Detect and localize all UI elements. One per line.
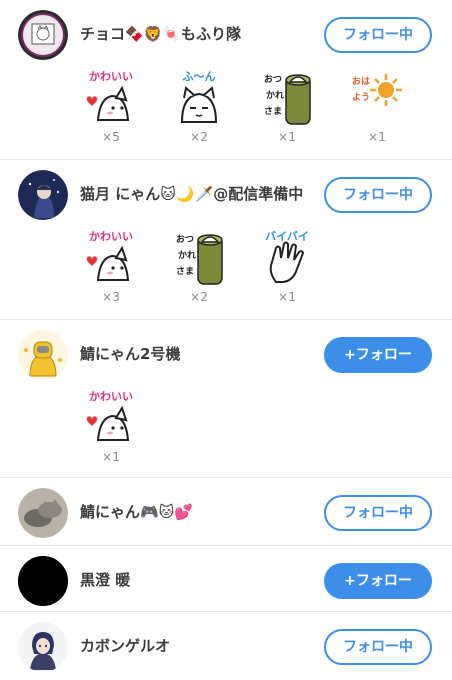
svg-text:かわいい: かわいい	[89, 390, 133, 403]
kawaii-cat-stamp-icon: かわいい	[86, 390, 133, 441]
list-item: 猫月 にゃん🐱🌙🗡️@配信準備中 フォロー中 かわいい ×3 おつ かれ さま …	[0, 160, 452, 320]
svg-text:おつ: おつ	[264, 74, 282, 85]
stamp-item: ふ〜ん ×2	[168, 66, 230, 156]
stamp-item: おは よう ×1	[346, 66, 408, 156]
user-name[interactable]: 鯖にゃん🎮🐱💕	[80, 501, 193, 522]
black-circle-avatar-icon	[18, 556, 68, 606]
svg-text:かれ: かれ	[266, 90, 284, 101]
svg-text:かわいい: かわいい	[89, 230, 133, 243]
following-button[interactable]: フォロー中	[324, 495, 432, 531]
stamp-count: ×1	[102, 450, 120, 464]
kawaii-cat-stamp-icon: かわいい	[86, 230, 133, 281]
kawaii-cat-stamp-icon: かわいい	[86, 70, 133, 121]
sleeping-cats-photo-avatar-icon	[18, 488, 68, 538]
stamp-item: バイバイ ×1	[256, 226, 318, 316]
follower-list: チョコ🍫🦁🍬もふり隊 フォロー中 かわいい ×5 ふ〜ん ×2 おつ かれ さま…	[0, 0, 452, 680]
list-item: 鯖にゃん2号機 +フォロー かわいい ×1	[0, 320, 452, 478]
otsukaresama-cat-stamp-icon: おつ かれ さま	[264, 74, 311, 125]
avatar[interactable]	[18, 330, 68, 380]
avatar[interactable]	[18, 10, 68, 60]
svg-text:おは: おは	[352, 76, 370, 87]
following-button[interactable]: フォロー中	[324, 177, 432, 213]
otsukaresama-cat-stamp-icon: おつ かれ さま	[176, 234, 223, 285]
svg-text:ふ〜ん: ふ〜ん	[183, 70, 216, 83]
svg-text:おつ: おつ	[176, 234, 194, 245]
stamp-item: かわいい ×1	[80, 386, 142, 476]
user-name[interactable]: 猫月 にゃん🐱🌙🗡️@配信準備中	[80, 183, 303, 204]
stamp-item: かわいい ×3	[80, 226, 142, 316]
stamp-count: ×2	[190, 290, 208, 304]
following-button[interactable]: フォロー中	[324, 17, 432, 53]
user-name[interactable]: 鯖にゃん2号機	[80, 343, 180, 364]
list-item: 黒澄 暖 +フォロー	[0, 546, 452, 612]
svg-text:よう: よう	[352, 92, 370, 103]
user-row[interactable]: 鯖にゃん2号機 +フォロー	[0, 320, 452, 386]
baibai-hand-stamp-icon: バイバイ	[265, 230, 309, 283]
svg-text:かれ: かれ	[178, 250, 196, 261]
stamp-count: ×1	[368, 130, 386, 144]
svg-text:さま: さま	[176, 266, 194, 277]
follow-button[interactable]: +フォロー	[324, 337, 432, 373]
stamp-count: ×3	[102, 290, 120, 304]
user-name[interactable]: カボンゲルオ	[80, 635, 170, 656]
ohayou-sun-stamp-icon: おは よう	[352, 74, 402, 106]
avatar[interactable]	[18, 488, 68, 538]
avatar[interactable]	[18, 622, 68, 672]
stamp-count: ×5	[102, 130, 120, 144]
user-name[interactable]: 黒澄 暖	[80, 569, 130, 590]
anime-girl-avatar-icon	[18, 622, 68, 672]
stamp-item: おつ かれ さま ×2	[168, 226, 230, 316]
stamp-count: ×1	[278, 290, 296, 304]
user-row[interactable]: 猫月 にゃん🐱🌙🗡️@配信準備中 フォロー中	[0, 160, 452, 226]
stamp-item: おつ かれ さま ×1	[256, 66, 318, 156]
avatar[interactable]	[18, 556, 68, 606]
user-row[interactable]: 黒澄 暖 +フォロー	[0, 546, 452, 612]
stamp-list: かわいい ×1	[0, 386, 452, 476]
svg-text:さま: さま	[264, 106, 282, 117]
stamp-list: かわいい ×3 おつ かれ さま ×2 バイバイ ×1	[0, 226, 452, 316]
avatar[interactable]	[18, 170, 68, 220]
svg-text:かわいい: かわいい	[89, 70, 133, 83]
stamp-count: ×2	[190, 130, 208, 144]
stamp-list: かわいい ×5 ふ〜ん ×2 おつ かれ さま ×1 おは よう ×1	[0, 66, 452, 156]
user-row[interactable]: カボンゲルオ フォロー中	[0, 612, 452, 678]
night-sky-character-avatar-icon	[18, 170, 68, 220]
framed-cat-drawing-avatar-icon	[18, 10, 68, 60]
stamp-count: ×1	[278, 130, 296, 144]
yellow-robot-avatar-icon	[18, 330, 68, 380]
user-row[interactable]: 鯖にゃん🎮🐱💕 フォロー中	[0, 478, 452, 544]
fuun-cat-stamp-icon: ふ〜ん	[180, 70, 218, 123]
list-item: チョコ🍫🦁🍬もふり隊 フォロー中 かわいい ×5 ふ〜ん ×2 おつ かれ さま…	[0, 0, 452, 160]
stamp-item: かわいい ×5	[80, 66, 142, 156]
follow-button[interactable]: +フォロー	[324, 563, 432, 599]
list-item: カボンゲルオ フォロー中	[0, 612, 452, 680]
user-name[interactable]: チョコ🍫🦁🍬もふり隊	[80, 23, 241, 44]
svg-text:バイバイ: バイバイ	[265, 230, 309, 243]
following-button[interactable]: フォロー中	[324, 629, 432, 665]
list-item: 鯖にゃん🎮🐱💕 フォロー中	[0, 478, 452, 546]
user-row[interactable]: チョコ🍫🦁🍬もふり隊 フォロー中	[0, 0, 452, 66]
